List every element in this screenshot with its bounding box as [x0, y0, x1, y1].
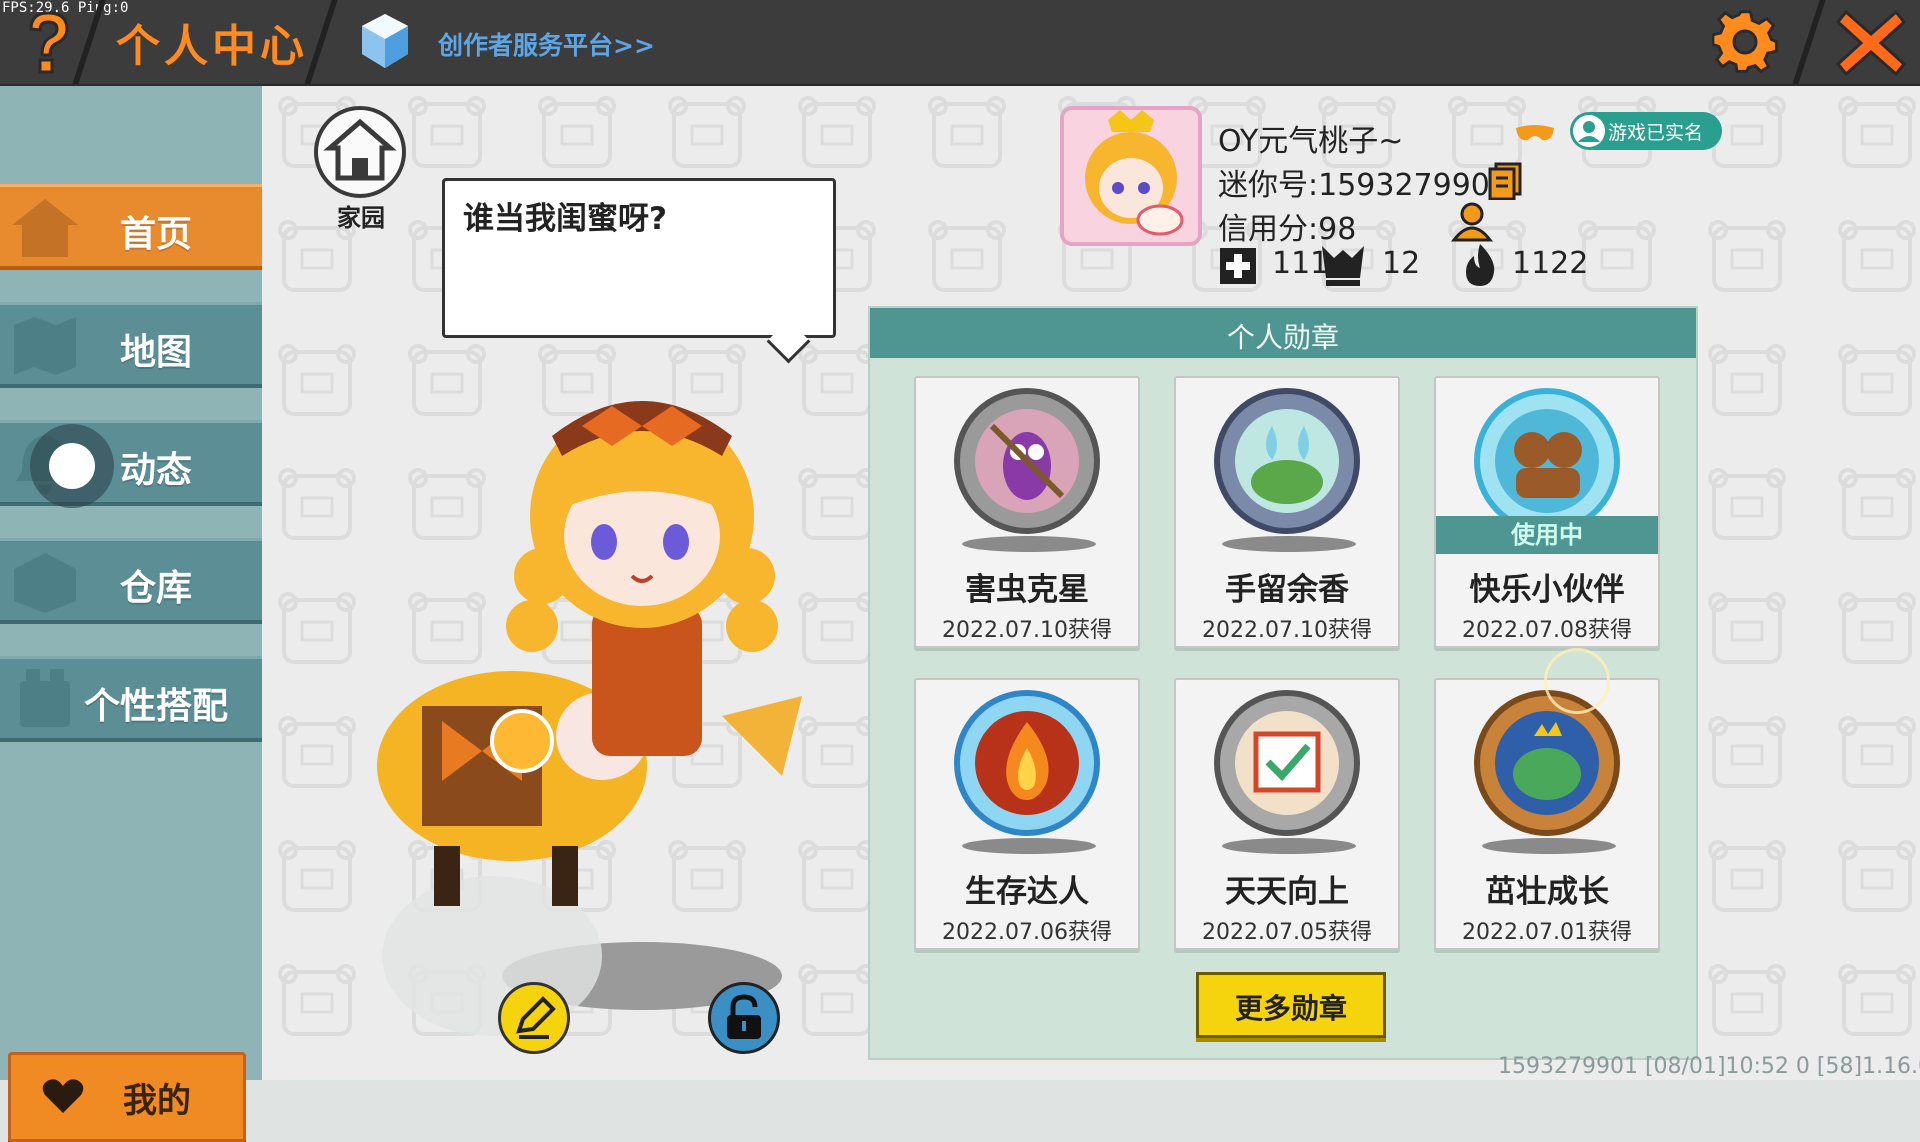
creator-platform-link[interactable]: 创作者服务平台>>: [438, 26, 655, 62]
version-info: 1593279901 [08/01]10:52 0 [58]1.16.0: [1498, 1054, 1920, 1079]
badge-date: 2022.07.05获得: [1202, 920, 1372, 945]
medal-shadow: [962, 838, 1096, 854]
player-nickname: OY元气桃子~: [1218, 124, 1404, 159]
signature-text: 谁当我闺蜜呀?: [463, 201, 667, 237]
signature-bubble[interactable]: 谁当我闺蜜呀?: [442, 178, 836, 338]
mine-label: 我的: [123, 1081, 191, 1121]
badge-card[interactable]: 害虫克星 2022.07.10获得: [914, 376, 1140, 648]
badge-card[interactable]: 茁壮成长 2022.07.01获得: [1434, 678, 1660, 950]
fans-count: 12: [1382, 246, 1421, 281]
edit-pencil-icon[interactable]: [498, 982, 570, 1054]
sidebar-item-home[interactable]: 首页: [0, 184, 262, 270]
profile-avatar[interactable]: [1060, 106, 1202, 246]
badge-name: 生存达人: [965, 874, 1089, 910]
heart-icon: [42, 1079, 84, 1113]
badge-panel-header: 个人勋章: [870, 308, 1696, 358]
home-label: 家园: [337, 204, 385, 232]
page-title: 个人中心: [116, 21, 308, 72]
medal-shadow: [1222, 536, 1356, 552]
badge-card[interactable]: 使用中 快乐小伙伴 2022.07.08获得: [1434, 376, 1660, 648]
badge-date: 2022.07.10获得: [1202, 618, 1372, 643]
happy-buddy-medal-icon: [1474, 388, 1620, 534]
badge-card[interactable]: 生存达人 2022.07.06获得: [914, 678, 1140, 950]
medal-shadow: [1222, 838, 1356, 854]
medal-shadow: [962, 536, 1096, 552]
mini-id: 迷你号:1593279901: [1218, 168, 1509, 203]
badge-name: 天天向上: [1225, 874, 1349, 910]
sidebar-item-map[interactable]: 地图: [0, 302, 262, 388]
survival-expert-medal-icon: [954, 690, 1100, 836]
badge-card[interactable]: 手留余香 2022.07.10获得: [1174, 376, 1400, 648]
medal-shadow: [1482, 838, 1616, 854]
copy-icon[interactable]: [1488, 162, 1522, 200]
fragrance-medal-icon: [1214, 388, 1360, 534]
flame-icon: [1466, 244, 1495, 286]
badge-name: 快乐小伙伴: [1469, 572, 1625, 608]
sidebar-item-label: 首页: [119, 214, 192, 255]
cube-icon[interactable]: [360, 12, 410, 70]
badge-date: 2022.07.08获得: [1462, 618, 1632, 643]
daily-progress-medal-icon: [1214, 690, 1360, 836]
house-icon: [323, 118, 397, 181]
lock-icon[interactable]: [708, 982, 780, 1054]
friend-icon[interactable]: [1450, 202, 1494, 242]
badge-name: 茁壮成长: [1485, 874, 1609, 910]
fans-icon: [1322, 246, 1364, 286]
sidebar-item-warehouse[interactable]: 仓库: [0, 538, 262, 624]
pest-buster-medal-icon: [954, 388, 1100, 534]
sidebar-item-label: 个性搭配: [83, 686, 228, 727]
home-garden-button[interactable]: [314, 106, 406, 198]
heat-count: 1122: [1512, 246, 1589, 281]
like-plus-icon: [1220, 248, 1256, 284]
in-use-label: 使用中: [1436, 516, 1658, 554]
settings-gear-icon[interactable]: [1711, 8, 1780, 76]
more-badges-label: 更多勋章: [1234, 992, 1347, 1025]
more-badges-button[interactable]: 更多勋章: [1196, 972, 1386, 1038]
badge-date: 2022.07.10获得: [942, 618, 1112, 643]
sidebar-item-costume[interactable]: 个性搭配: [0, 656, 262, 742]
growth-medal-icon: [1474, 690, 1620, 836]
player-avatar[interactable]: [342, 376, 862, 1076]
badge-card[interactable]: 天天向上 2022.07.05获得: [1174, 678, 1400, 950]
close-icon[interactable]: [1835, 8, 1907, 78]
touch-indicator: [1544, 648, 1610, 714]
mask-icon[interactable]: [1514, 124, 1556, 144]
badge-panel-title: 个人勋章: [1226, 321, 1339, 354]
divider: [304, 0, 338, 84]
user-verified-icon: [1573, 115, 1605, 147]
badge-name: 手留余香: [1225, 572, 1349, 608]
main-area: 家园 谁当我闺蜜呀? OY元气桃子~ 游戏已实名 迷你号:1593279901 …: [262, 86, 1920, 1080]
badge-date: 2022.07.01获得: [1462, 920, 1632, 945]
sidebar: 首页 地图 动态 仓库 个性搭配 我的: [0, 86, 262, 1142]
divider: [1792, 0, 1826, 84]
top-bar: FPS:29.6 Ping:0 个人中心 创作者服务平台>>: [0, 0, 1920, 86]
realname-verified-badge: 游戏已实名: [1570, 112, 1722, 150]
realname-badge-text: 游戏已实名: [1608, 122, 1704, 144]
help-icon[interactable]: [18, 6, 78, 78]
touch-joystick[interactable]: [30, 424, 114, 508]
mine-button[interactable]: 我的: [8, 1052, 246, 1142]
sidebar-item-label: 仓库: [119, 568, 192, 609]
sidebar-item-label: 地图: [119, 332, 192, 373]
badge-date: 2022.07.06获得: [942, 920, 1112, 945]
badge-name: 害虫克星: [965, 572, 1089, 608]
